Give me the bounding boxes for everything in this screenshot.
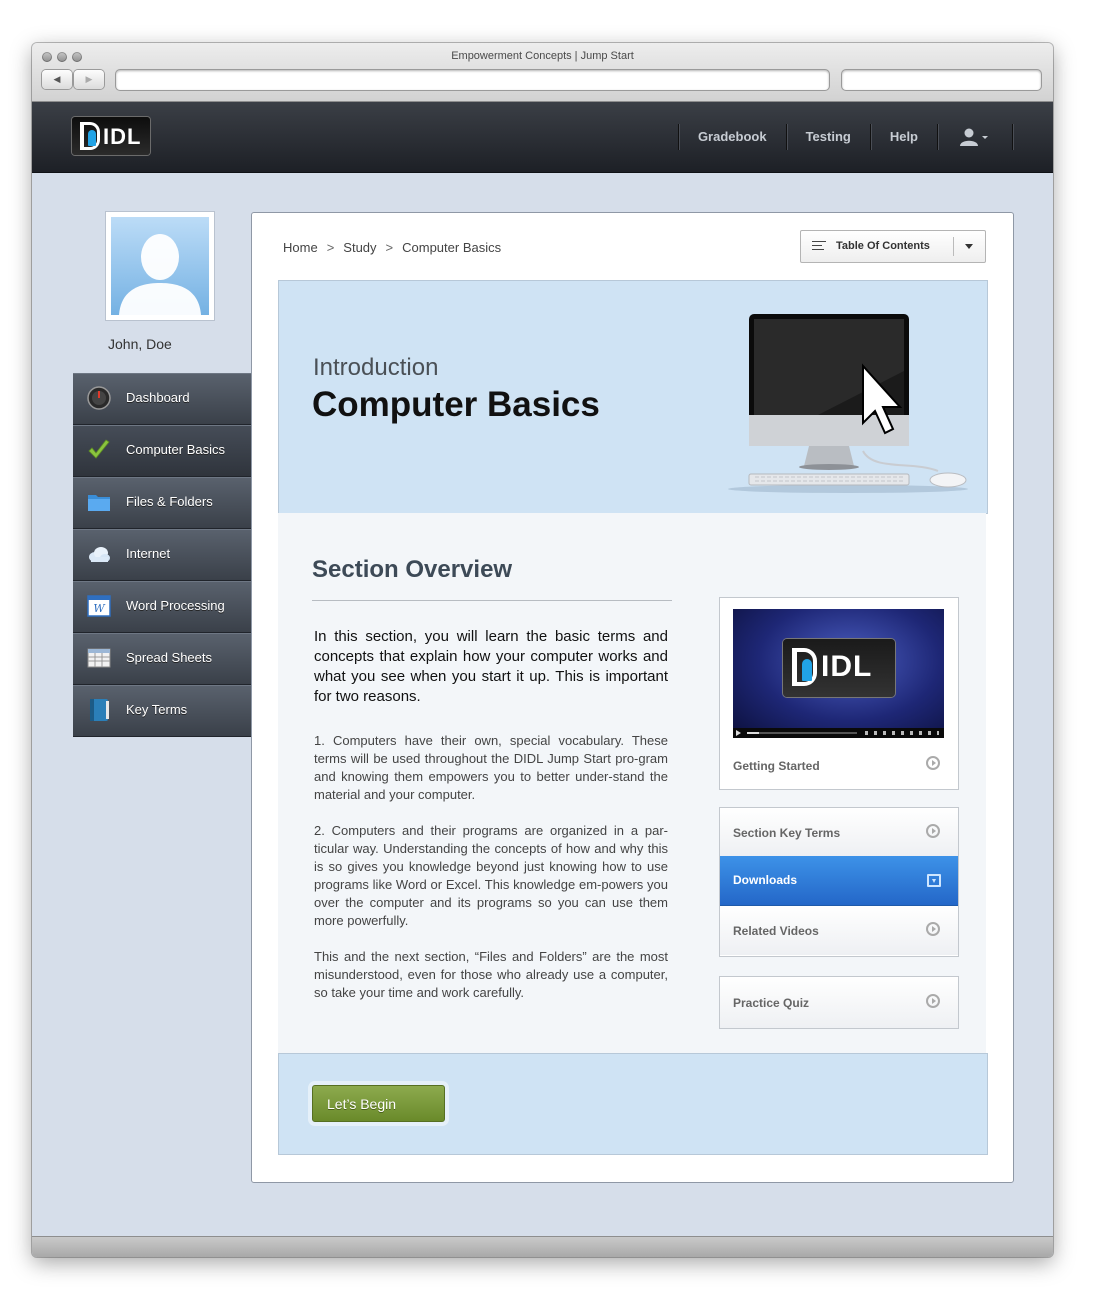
sidebar-item-computer-basics[interactable]: Computer Basics (73, 425, 251, 477)
person-silhouette-icon (119, 234, 201, 315)
breadcrumb-current: Computer Basics (402, 240, 502, 255)
sidebar-item-key-terms[interactable]: Key Terms (73, 685, 251, 737)
breadcrumb-study[interactable]: Study (343, 240, 376, 255)
back-button[interactable]: ◀ (42, 70, 72, 89)
forward-button[interactable]: ▶ (74, 70, 104, 89)
resource-links: Section Key Terms Downloads Related Vide… (719, 807, 959, 957)
spreadsheet-icon (87, 648, 111, 668)
nav-help[interactable]: Help (871, 124, 937, 150)
logo-d-icon (792, 648, 817, 686)
user-name: John, Doe (108, 336, 172, 352)
sidebar-item-dashboard[interactable]: Dashboard (73, 373, 251, 425)
section-title: Section Overview (312, 556, 513, 583)
overview-paragraph-3: This and the next section, “Files and Fo… (314, 949, 668, 1000)
lets-begin-button[interactable]: Let’s Begin (312, 1085, 445, 1122)
cloud-icon (89, 547, 110, 562)
video-player[interactable]: IDL (733, 609, 944, 738)
table-of-contents-dropdown[interactable]: Table Of Contents (800, 230, 986, 263)
chevron-down-icon (982, 136, 988, 139)
overview-paragraph-2: 2. Computers and their programs are orga… (314, 823, 668, 928)
avatar[interactable] (106, 212, 214, 320)
play-icon[interactable] (736, 730, 741, 736)
breadcrumb: Home > Study > Computer Basics (283, 240, 502, 255)
sidebar: Dashboard Computer Basics Files & Folder… (73, 373, 251, 737)
didl-logo[interactable]: IDL (72, 117, 150, 155)
window-bottom-bar (32, 1236, 1053, 1257)
overview-lead: In this section, you will learn the basi… (314, 628, 668, 705)
section-divider (312, 600, 672, 601)
video-control-icons[interactable] (865, 731, 939, 735)
sidebar-item-word-processing[interactable]: W Word Processing (73, 581, 251, 633)
browser-toolbar: Empowerment Concepts | Jump Start ◀ ▶ (32, 43, 1053, 102)
checkmark-icon (88, 439, 110, 459)
app-header: IDL Gradebook Testing Help (32, 102, 1053, 173)
user-menu[interactable] (938, 124, 1012, 150)
download-icon (927, 874, 941, 887)
folder-icon (88, 495, 110, 511)
getting-started-video-card[interactable]: IDL Getting Started (719, 597, 959, 790)
dashboard-gauge-icon (87, 386, 111, 410)
sidebar-item-spread-sheets[interactable]: Spread Sheets (73, 633, 251, 685)
didl-video-logo: IDL (783, 639, 895, 697)
breadcrumb-home[interactable]: Home (283, 240, 318, 255)
sidebar-item-internet[interactable]: Internet (73, 529, 251, 581)
user-icon (960, 128, 988, 146)
arrow-right-circle-icon (926, 922, 940, 936)
video-progress[interactable] (747, 732, 857, 734)
practice-quiz-link[interactable]: Practice Quiz (719, 976, 959, 1029)
content-card: Home > Study > Computer Basics Table Of Cont… (251, 212, 1014, 1183)
list-lines-icon (812, 241, 826, 253)
nav-gradebook[interactable]: Gradebook (679, 124, 786, 150)
hero-banner: Introduction Computer Basics (278, 280, 988, 514)
video-controls[interactable] (733, 728, 944, 738)
related-videos-link[interactable]: Related Videos (720, 906, 958, 955)
browser-window: Empowerment Concepts | Jump Start ◀ ▶ ID… (32, 43, 1053, 1257)
getting-started-label: Getting Started (733, 759, 820, 773)
sidebar-item-files-folders[interactable]: Files & Folders (73, 477, 251, 529)
section-overview: Section Overview In this section, you wi… (278, 513, 986, 1053)
address-bar[interactable] (116, 70, 829, 90)
book-icon (90, 699, 109, 721)
word-document-icon: W (87, 595, 111, 617)
arrow-right-circle-icon[interactable] (926, 756, 940, 770)
chevron-down-icon (965, 244, 973, 249)
window-title: Empowerment Concepts | Jump Start (451, 50, 634, 62)
logo-d-icon (80, 122, 100, 150)
downloads-link[interactable]: Downloads (720, 856, 958, 906)
svg-text:W: W (93, 602, 106, 615)
search-bar[interactable] (842, 70, 1041, 90)
arrow-right-circle-icon (926, 994, 940, 1008)
overview-paragraph-1: 1. Computers have their own, special voc… (314, 733, 668, 802)
page-title: Computer Basics (312, 385, 600, 424)
hero-subtitle: Introduction (313, 354, 439, 381)
section-key-terms-link[interactable]: Section Key Terms (720, 808, 958, 858)
nav-testing[interactable]: Testing (787, 124, 870, 150)
action-band: Let’s Begin (278, 1053, 988, 1155)
arrow-right-circle-icon (926, 824, 940, 838)
top-nav: Gradebook Testing Help (677, 124, 1013, 150)
computer-illustration (728, 314, 968, 493)
